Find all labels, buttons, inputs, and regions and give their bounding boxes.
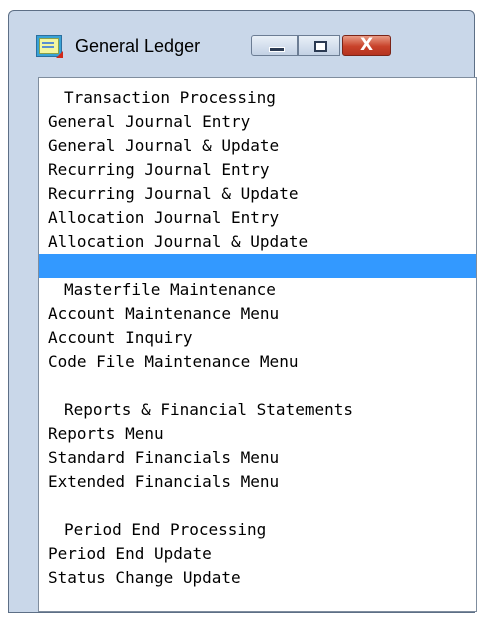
general-ledger-window: General Ledger X Transaction Processing G…: [8, 10, 477, 613]
menu-item[interactable]: Extended Financials Menu: [39, 470, 476, 494]
menu-item[interactable]: General Journal Entry: [39, 110, 476, 134]
maximize-icon: [314, 41, 327, 52]
window-title: General Ledger: [75, 36, 201, 56]
close-button[interactable]: X: [342, 35, 391, 56]
menu-item[interactable]: Recurring Journal Entry: [39, 158, 476, 182]
ledger-icon: [36, 35, 63, 58]
menu-section-header: Period End Processing: [64, 520, 267, 539]
title-bar[interactable]: General Ledger X: [9, 11, 474, 58]
menu-item[interactable]: Status Change Update: [39, 566, 476, 590]
menu-section-header: Reports & Financial Statements: [64, 400, 353, 419]
menu-section-header: Masterfile Maintenance: [64, 280, 276, 299]
menu-item[interactable]: Account Maintenance Menu: [39, 302, 476, 326]
menu-list[interactable]: Transaction Processing General Journal En…: [38, 77, 477, 612]
menu-item[interactable]: Code File Maintenance Menu: [39, 350, 476, 374]
menu-item[interactable]: Allocation Journal & Update: [39, 230, 476, 254]
menu-section-header: Transaction Processing: [64, 88, 276, 107]
menu-item[interactable]: Allocation Journal Entry: [39, 206, 476, 230]
menu-item[interactable]: Account Inquiry: [39, 326, 476, 350]
menu-item[interactable]: General Journal & Update: [39, 134, 476, 158]
menu-item[interactable]: Standard Financials Menu: [39, 446, 476, 470]
menu-item[interactable]: Period End Update: [39, 542, 476, 566]
maximize-button[interactable]: [298, 35, 340, 56]
minimize-icon: [269, 47, 285, 52]
menu-spacer: [39, 494, 476, 518]
menu-item[interactable]: Recurring Journal & Update: [39, 182, 476, 206]
close-icon: X: [359, 35, 374, 55]
menu-spacer: [39, 374, 476, 398]
minimize-button[interactable]: [251, 35, 298, 56]
menu-item[interactable]: Reports Menu: [39, 422, 476, 446]
menu-item-selected[interactable]: [39, 254, 476, 278]
